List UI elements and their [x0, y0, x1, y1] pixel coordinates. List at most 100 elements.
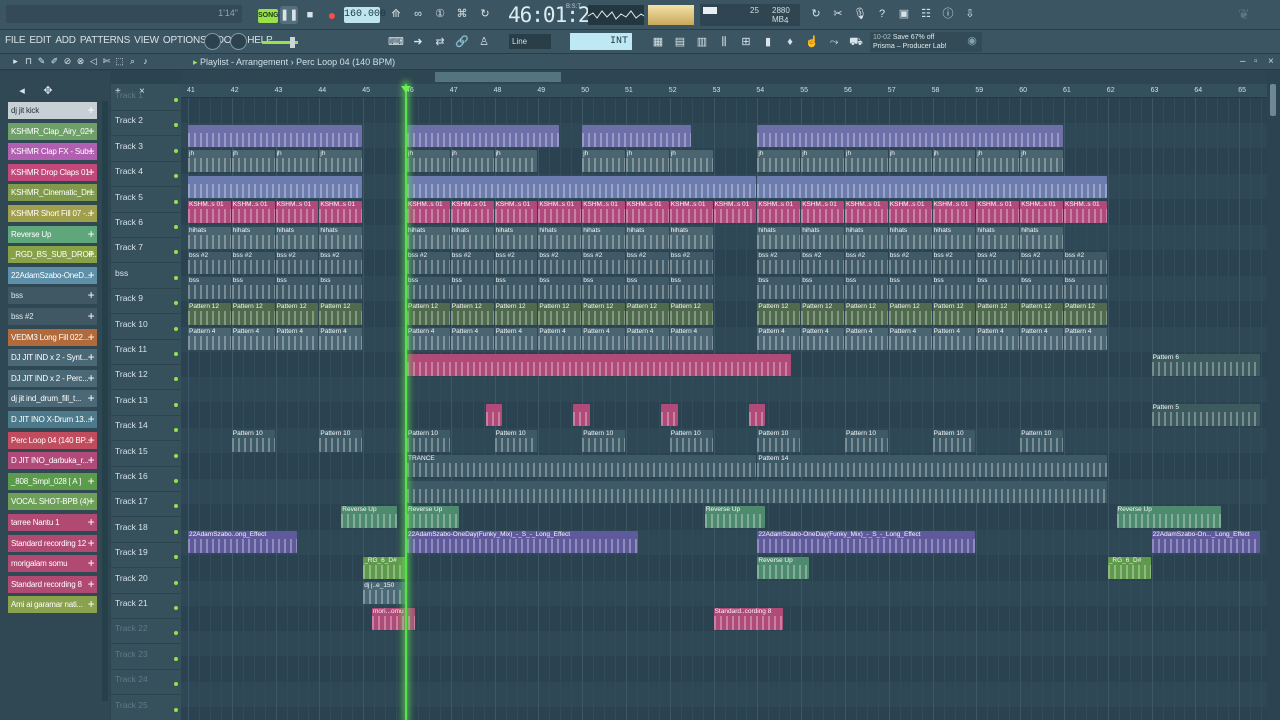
playlist-clip[interactable]: Pattern 14 [757, 455, 1107, 478]
mixer-view-icon[interactable]: ⫼ [716, 34, 732, 50]
song-mode-button[interactable]: SONG [258, 9, 279, 23]
track-header[interactable]: Track 18 [111, 518, 181, 543]
plugin-icon[interactable]: ▮ [760, 34, 776, 50]
playlist-clip[interactable] [757, 124, 1063, 147]
playlist-clip[interactable]: KSHM..s 01 [845, 201, 888, 224]
playlist-clip[interactable]: jh [275, 150, 319, 173]
minimize-icon[interactable]: – [1240, 56, 1246, 67]
playlist-clip[interactable]: Pattern 12 [801, 302, 844, 325]
playlist-clip[interactable]: jh [188, 150, 231, 173]
playlist-clip[interactable]: Pattern 4 [407, 328, 450, 351]
playlist-clip[interactable]: KSHM..s 01 [494, 201, 538, 224]
add-pattern-icon[interactable]: + [85, 164, 97, 181]
picker-item[interactable]: Reverse Up + [8, 225, 97, 243]
playlist-clip[interactable]: bss [669, 277, 713, 300]
blend-notes-icon[interactable]: ⌘ [454, 6, 470, 22]
add-pattern-icon[interactable]: + [85, 370, 97, 387]
track-header[interactable]: Track 2 [111, 111, 181, 137]
typing-keyboard-icon[interactable]: ⇄ [432, 34, 448, 50]
playlist-clip[interactable]: hihats [888, 226, 932, 249]
picker-item[interactable]: dj jit kick + [8, 102, 97, 119]
track-mute-led[interactable] [174, 529, 178, 534]
track-header[interactable]: Track 12 [111, 365, 181, 391]
close-icon[interactable]: × [1268, 56, 1274, 67]
track-header[interactable]: Track 17 [111, 492, 181, 518]
playlist-clip[interactable]: Pattern 4 [319, 328, 363, 351]
picker-item[interactable]: DJ JIT IND x 2 - Perc... + [8, 369, 97, 387]
picker-item[interactable]: KSHMR_Cinematic_Dr... + [8, 184, 97, 202]
track-header[interactable]: Track 25 [111, 696, 181, 720]
playlist-clip[interactable]: Pattern 10 [582, 429, 625, 452]
move-icon[interactable]: ✥ [40, 83, 56, 99]
playlist-clip[interactable]: Reverse Up [704, 505, 766, 528]
playlist-clip[interactable]: bss #2 [669, 251, 713, 274]
picker-item[interactable]: dj jit ind_drum_fill_t... + [8, 390, 97, 408]
playlist-clip[interactable]: Pattern 4 [450, 328, 494, 351]
shop-icon[interactable]: ⛟ [848, 34, 864, 50]
song-overview[interactable] [181, 70, 1267, 84]
menu-options[interactable]: OPTIONS [163, 35, 207, 46]
playlist-clip[interactable]: bss [538, 277, 582, 300]
playlist-clip[interactable]: hihats [407, 226, 450, 249]
playlist-clip[interactable]: Pattern 10 [845, 429, 888, 452]
playlist-clip[interactable]: bss #2 [932, 251, 976, 274]
playlist-clip[interactable]: jh [319, 150, 363, 173]
playlist-clip[interactable]: 22AdamSzabo..ong_Effect [188, 531, 297, 554]
playlist-clip[interactable]: dj j..e_150 [363, 582, 406, 605]
picker-item[interactable]: Standard recording 12 + [8, 534, 97, 552]
track-mute-led[interactable] [174, 682, 178, 687]
track-header[interactable]: Track 23 [111, 645, 181, 670]
add-pattern-icon[interactable]: + [85, 246, 97, 263]
playlist-clip[interactable]: bss #2 [1020, 251, 1063, 274]
playlist-clip[interactable]: hihats [669, 226, 713, 249]
add-pattern-icon[interactable]: + [85, 267, 97, 284]
track-header[interactable]: Track 1 [111, 86, 181, 111]
playlist-clip[interactable]: Pattern 4 [1020, 328, 1063, 351]
playlist-clip[interactable]: Pattern 10 [1020, 429, 1063, 452]
playlist-clip[interactable]: jh [888, 150, 932, 173]
playlist-clip[interactable]: hihats [188, 226, 231, 249]
track-header[interactable]: Track 14 [111, 416, 181, 442]
add-pattern-icon[interactable]: + [85, 555, 97, 572]
pause-button[interactable]: ❚❚ [280, 6, 298, 24]
menu-edit[interactable]: EDIT [29, 35, 51, 46]
playlist-clip[interactable]: KSHM..s 01 [407, 201, 450, 224]
playlist-clip[interactable]: bss [626, 277, 669, 300]
playlist-clip[interactable]: Pattern 12 [1064, 302, 1107, 325]
playlist-clip[interactable]: KSHM..s 01 [669, 201, 713, 224]
playlist-clip[interactable]: KSHM..s 01 [188, 201, 231, 224]
playlist-clip[interactable]: bss [275, 277, 319, 300]
playlist-clip[interactable]: hihats [801, 226, 844, 249]
playhead[interactable] [405, 84, 407, 720]
playlist-clip[interactable]: Pattern 6 [1151, 353, 1261, 376]
picker-item[interactable]: _808_Smpl_028 [ A ] + [8, 472, 97, 490]
slice-icon[interactable]: ✄ [101, 56, 112, 67]
playlist-clip[interactable]: KSHM..s 01 [932, 201, 976, 224]
tools-icon[interactable]: ✂ [830, 6, 846, 22]
picker-item[interactable]: KSHMR Short Fill 07 -... + [8, 205, 97, 222]
record-button[interactable]: ● [323, 6, 341, 24]
playlist-clip[interactable]: KSHM..s 01 [275, 201, 319, 224]
playlist-icon[interactable]: ▦ [650, 34, 666, 50]
mute-icon[interactable]: ⊗ [75, 56, 86, 67]
playlist-clip[interactable]: Pattern 12 [450, 302, 494, 325]
playlist-clip[interactable]: Pattern 5 [1151, 404, 1261, 427]
playlist-clip[interactable]: bss [932, 277, 976, 300]
playlist-clip[interactable]: bss [450, 277, 494, 300]
playlist-clip[interactable]: jh [669, 150, 713, 173]
playlist-clip[interactable]: jh [626, 150, 669, 173]
select-icon[interactable]: ⬚ [114, 56, 125, 67]
playlist-clip[interactable]: bss #2 [231, 251, 275, 274]
playlist-clip[interactable]: Pattern 4 [626, 328, 669, 351]
countdown-icon[interactable]: ① [432, 6, 448, 22]
playlist-clip[interactable]: _RG_6_D# [1107, 556, 1151, 579]
picker-item[interactable]: KSHMR Clap FX - Sub... + [8, 143, 97, 161]
track-mute-led[interactable] [174, 199, 178, 204]
scroll-thumb[interactable] [1270, 84, 1276, 116]
playlist-clip[interactable]: Pattern 12 [976, 302, 1020, 325]
playlist-clip[interactable]: Pattern 12 [582, 302, 625, 325]
playlist-clip[interactable]: hihats [231, 226, 275, 249]
playlist-clip[interactable]: bss [845, 277, 888, 300]
track-mute-led[interactable] [174, 148, 178, 153]
playlist-clip[interactable]: jh [231, 150, 275, 173]
